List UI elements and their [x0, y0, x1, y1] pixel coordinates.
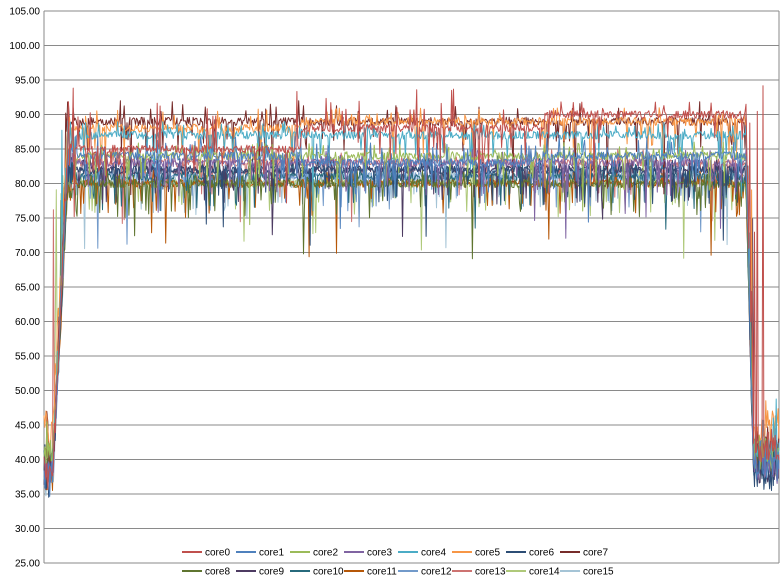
y-tick-label: 85.00 — [15, 145, 40, 156]
legend-label-core9: core9 — [259, 567, 284, 578]
y-tick-label: 40.00 — [15, 455, 40, 466]
y-tick-label: 100.00 — [9, 41, 40, 52]
series-line-core10 — [43, 161, 780, 476]
y-tick-label: 70.00 — [15, 248, 40, 259]
y-tick-label: 65.00 — [15, 283, 40, 294]
series-line-core6 — [43, 155, 780, 498]
y-tick-label: 90.00 — [15, 110, 40, 121]
series-line-core12 — [43, 162, 780, 483]
legend-label-core0: core0 — [205, 548, 230, 559]
y-tick-label: 60.00 — [15, 317, 40, 328]
legend-label-core15: core15 — [583, 567, 614, 578]
y-tick-label: 50.00 — [15, 386, 40, 397]
y-tick-label: 35.00 — [15, 490, 40, 501]
y-tick-label: 45.00 — [15, 421, 40, 432]
series-line-core8 — [43, 169, 780, 477]
legend-label-core8: core8 — [205, 567, 230, 578]
gridlines — [44, 10, 779, 564]
y-tick-label: 105.00 — [9, 7, 40, 18]
legend-label-core1: core1 — [259, 548, 284, 559]
chart: 25.00 30.00 35.00 40.00 45.00 50.00 55.00 60.00… — [0, 0, 780, 586]
series-line-core15 — [43, 166, 780, 497]
legend-label-core14: core14 — [529, 567, 560, 578]
legend-label-core10: core10 — [313, 567, 344, 578]
legend-label-core5: core5 — [475, 548, 500, 559]
legend-label-core6: core6 — [529, 548, 554, 559]
series-lines — [43, 85, 780, 498]
line-chart-svg: 25.00 30.00 35.00 40.00 45.00 50.00 55.00 60.00… — [9, 7, 780, 578]
legend-label-core13: core13 — [475, 567, 506, 578]
legend-label-core11: core11 — [367, 567, 397, 578]
series-line-core14 — [43, 169, 780, 483]
y-tick-label: 25.00 — [15, 559, 40, 570]
y-tick-label: 30.00 — [15, 524, 40, 535]
y-tick-label: 55.00 — [15, 352, 40, 363]
y-tick-label: 95.00 — [15, 76, 40, 87]
legend-label-core4: core4 — [421, 548, 446, 559]
y-tick-label: 75.00 — [15, 214, 40, 225]
y-tick-label: 80.00 — [15, 179, 40, 190]
series-line-core0 — [43, 85, 780, 490]
legend-label-core12: core12 — [421, 567, 452, 578]
legend-label-core7: core7 — [583, 548, 608, 559]
legend-label-core2: core2 — [313, 548, 338, 559]
legend-label-core3: core3 — [367, 548, 392, 559]
y-axis: 25.00 30.00 35.00 40.00 45.00 50.00 55.00 60.00… — [9, 7, 780, 570]
